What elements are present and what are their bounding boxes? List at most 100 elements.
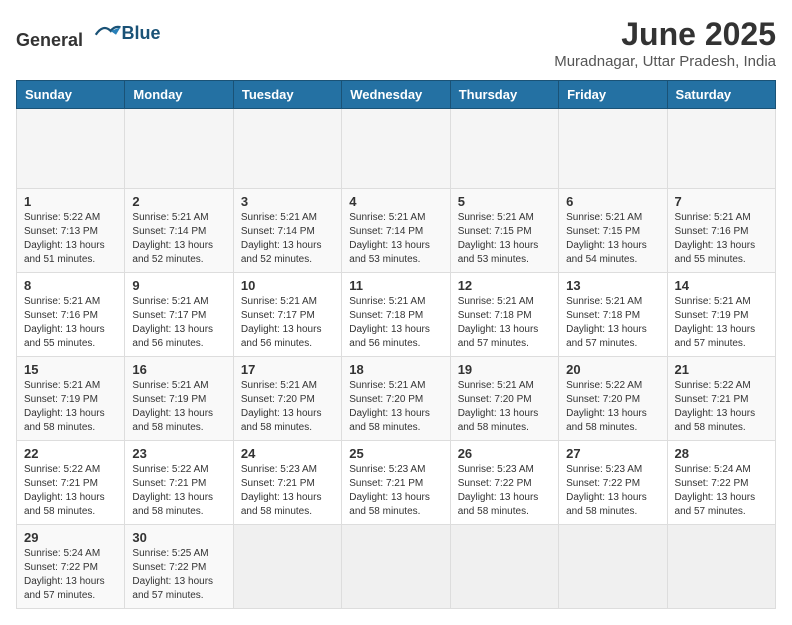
cell-text: Sunrise: 5:21 AMSunset: 7:20 PMDaylight:… [458, 380, 539, 433]
day-number: 13 [566, 278, 659, 293]
calendar-cell [667, 109, 775, 189]
day-number: 8 [24, 278, 117, 293]
logo-general: General [16, 30, 83, 50]
day-number: 5 [458, 194, 551, 209]
page-header: General Blue June 2025 Muradnagar, Uttar… [16, 16, 776, 70]
calendar-cell: 7 Sunrise: 5:21 AMSunset: 7:16 PMDayligh… [667, 189, 775, 273]
day-number: 19 [458, 362, 551, 377]
header-saturday: Saturday [667, 81, 775, 109]
day-number: 12 [458, 278, 551, 293]
day-number: 1 [24, 194, 117, 209]
day-number: 22 [24, 446, 117, 461]
calendar-cell: 1 Sunrise: 5:22 AMSunset: 7:13 PMDayligh… [17, 189, 125, 273]
header-monday: Monday [125, 81, 233, 109]
header-tuesday: Tuesday [233, 81, 341, 109]
calendar-week-2: 8 Sunrise: 5:21 AMSunset: 7:16 PMDayligh… [17, 273, 776, 357]
calendar-cell [342, 109, 450, 189]
cell-text: Sunrise: 5:21 AMSunset: 7:14 PMDaylight:… [241, 212, 322, 265]
calendar-cell [342, 525, 450, 609]
calendar-cell: 20 Sunrise: 5:22 AMSunset: 7:20 PMDaylig… [559, 357, 667, 441]
day-number: 16 [132, 362, 225, 377]
day-number: 2 [132, 194, 225, 209]
day-number: 26 [458, 446, 551, 461]
calendar-cell: 2 Sunrise: 5:21 AMSunset: 7:14 PMDayligh… [125, 189, 233, 273]
cell-text: Sunrise: 5:21 AMSunset: 7:14 PMDaylight:… [349, 212, 430, 265]
calendar-cell: 4 Sunrise: 5:21 AMSunset: 7:14 PMDayligh… [342, 189, 450, 273]
calendar-cell: 14 Sunrise: 5:21 AMSunset: 7:19 PMDaylig… [667, 273, 775, 357]
calendar-week-5: 29 Sunrise: 5:24 AMSunset: 7:22 PMDaylig… [17, 525, 776, 609]
calendar-cell: 6 Sunrise: 5:21 AMSunset: 7:15 PMDayligh… [559, 189, 667, 273]
cell-text: Sunrise: 5:24 AMSunset: 7:22 PMDaylight:… [675, 464, 756, 517]
day-number: 14 [675, 278, 768, 293]
day-number: 15 [24, 362, 117, 377]
calendar-cell: 15 Sunrise: 5:21 AMSunset: 7:19 PMDaylig… [17, 357, 125, 441]
day-number: 7 [675, 194, 768, 209]
calendar-cell: 28 Sunrise: 5:24 AMSunset: 7:22 PMDaylig… [667, 441, 775, 525]
cell-text: Sunrise: 5:23 AMSunset: 7:21 PMDaylight:… [241, 464, 322, 517]
header-wednesday: Wednesday [342, 81, 450, 109]
calendar-cell: 27 Sunrise: 5:23 AMSunset: 7:22 PMDaylig… [559, 441, 667, 525]
calendar-cell [559, 109, 667, 189]
calendar-cell [667, 525, 775, 609]
day-number: 21 [675, 362, 768, 377]
cell-text: Sunrise: 5:22 AMSunset: 7:13 PMDaylight:… [24, 212, 105, 265]
cell-text: Sunrise: 5:21 AMSunset: 7:20 PMDaylight:… [349, 380, 430, 433]
cell-text: Sunrise: 5:22 AMSunset: 7:21 PMDaylight:… [24, 464, 105, 517]
day-number: 9 [132, 278, 225, 293]
day-number: 25 [349, 446, 442, 461]
cell-text: Sunrise: 5:24 AMSunset: 7:22 PMDaylight:… [24, 548, 105, 601]
day-number: 18 [349, 362, 442, 377]
day-number: 24 [241, 446, 334, 461]
calendar-cell [17, 109, 125, 189]
day-number: 17 [241, 362, 334, 377]
calendar-header-row: SundayMondayTuesdayWednesdayThursdayFrid… [17, 81, 776, 109]
month-title: June 2025 [554, 16, 776, 53]
cell-text: Sunrise: 5:21 AMSunset: 7:17 PMDaylight:… [241, 296, 322, 349]
cell-text: Sunrise: 5:21 AMSunset: 7:15 PMDaylight:… [458, 212, 539, 265]
cell-text: Sunrise: 5:21 AMSunset: 7:14 PMDaylight:… [132, 212, 213, 265]
cell-text: Sunrise: 5:21 AMSunset: 7:18 PMDaylight:… [566, 296, 647, 349]
cell-text: Sunrise: 5:21 AMSunset: 7:15 PMDaylight:… [566, 212, 647, 265]
cell-text: Sunrise: 5:23 AMSunset: 7:22 PMDaylight:… [566, 464, 647, 517]
header-thursday: Thursday [450, 81, 558, 109]
cell-text: Sunrise: 5:21 AMSunset: 7:17 PMDaylight:… [132, 296, 213, 349]
calendar-cell: 17 Sunrise: 5:21 AMSunset: 7:20 PMDaylig… [233, 357, 341, 441]
calendar-cell: 18 Sunrise: 5:21 AMSunset: 7:20 PMDaylig… [342, 357, 450, 441]
calendar-cell: 25 Sunrise: 5:23 AMSunset: 7:21 PMDaylig… [342, 441, 450, 525]
calendar-cell: 9 Sunrise: 5:21 AMSunset: 7:17 PMDayligh… [125, 273, 233, 357]
cell-text: Sunrise: 5:21 AMSunset: 7:19 PMDaylight:… [132, 380, 213, 433]
cell-text: Sunrise: 5:22 AMSunset: 7:20 PMDaylight:… [566, 380, 647, 433]
location-title: Muradnagar, Uttar Pradesh, India [554, 53, 776, 70]
calendar-cell: 5 Sunrise: 5:21 AMSunset: 7:15 PMDayligh… [450, 189, 558, 273]
calendar-cell [125, 109, 233, 189]
cell-text: Sunrise: 5:22 AMSunset: 7:21 PMDaylight:… [132, 464, 213, 517]
calendar-cell: 8 Sunrise: 5:21 AMSunset: 7:16 PMDayligh… [17, 273, 125, 357]
calendar-cell [233, 525, 341, 609]
calendar-cell: 24 Sunrise: 5:23 AMSunset: 7:21 PMDaylig… [233, 441, 341, 525]
calendar-week-3: 15 Sunrise: 5:21 AMSunset: 7:19 PMDaylig… [17, 357, 776, 441]
day-number: 4 [349, 194, 442, 209]
calendar-week-1: 1 Sunrise: 5:22 AMSunset: 7:13 PMDayligh… [17, 189, 776, 273]
calendar-cell [450, 109, 558, 189]
calendar-cell [559, 525, 667, 609]
calendar-cell: 22 Sunrise: 5:22 AMSunset: 7:21 PMDaylig… [17, 441, 125, 525]
cell-text: Sunrise: 5:22 AMSunset: 7:21 PMDaylight:… [675, 380, 756, 433]
header-sunday: Sunday [17, 81, 125, 109]
cell-text: Sunrise: 5:21 AMSunset: 7:16 PMDaylight:… [24, 296, 105, 349]
calendar-cell: 13 Sunrise: 5:21 AMSunset: 7:18 PMDaylig… [559, 273, 667, 357]
cell-text: Sunrise: 5:21 AMSunset: 7:20 PMDaylight:… [241, 380, 322, 433]
calendar-cell: 16 Sunrise: 5:21 AMSunset: 7:19 PMDaylig… [125, 357, 233, 441]
day-number: 6 [566, 194, 659, 209]
cell-text: Sunrise: 5:21 AMSunset: 7:18 PMDaylight:… [458, 296, 539, 349]
day-number: 27 [566, 446, 659, 461]
logo-icon [92, 16, 122, 46]
calendar-cell: 26 Sunrise: 5:23 AMSunset: 7:22 PMDaylig… [450, 441, 558, 525]
cell-text: Sunrise: 5:25 AMSunset: 7:22 PMDaylight:… [132, 548, 213, 601]
cell-text: Sunrise: 5:21 AMSunset: 7:19 PMDaylight:… [675, 296, 756, 349]
calendar-cell: 23 Sunrise: 5:22 AMSunset: 7:21 PMDaylig… [125, 441, 233, 525]
day-number: 23 [132, 446, 225, 461]
day-number: 11 [349, 278, 442, 293]
calendar-week-4: 22 Sunrise: 5:22 AMSunset: 7:21 PMDaylig… [17, 441, 776, 525]
day-number: 28 [675, 446, 768, 461]
calendar-cell: 19 Sunrise: 5:21 AMSunset: 7:20 PMDaylig… [450, 357, 558, 441]
